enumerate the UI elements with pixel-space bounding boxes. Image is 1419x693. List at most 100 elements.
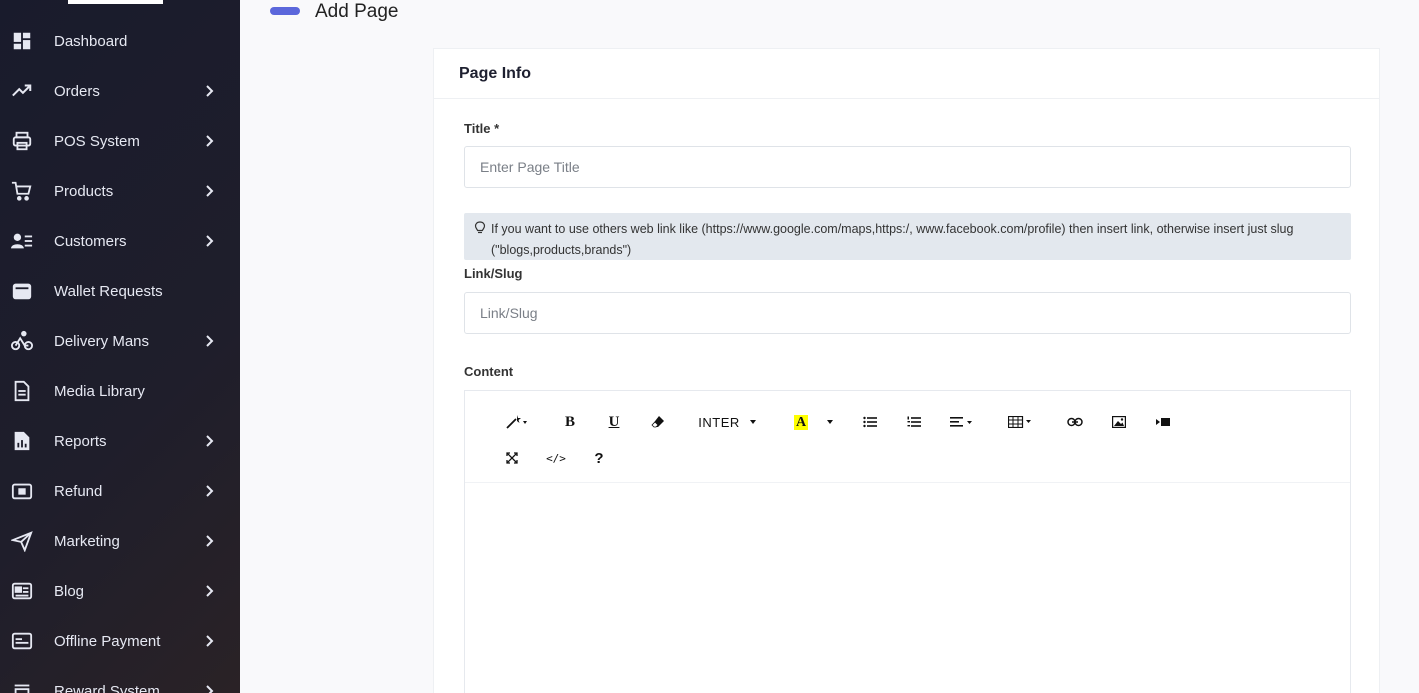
sidebar-item-pos-system[interactable]: POS System bbox=[0, 116, 240, 166]
code-view-button[interactable]: </> bbox=[545, 447, 567, 469]
reward-icon bbox=[11, 680, 33, 693]
chevron-right-icon bbox=[204, 685, 216, 693]
sidebar-item-label: Refund bbox=[54, 482, 103, 500]
slug-input[interactable] bbox=[464, 292, 1351, 334]
refund-icon bbox=[11, 480, 33, 502]
sidebar-item-customers[interactable]: Customers bbox=[0, 216, 240, 266]
sidebar: Dashboard Orders POS System Products Cus… bbox=[0, 0, 240, 693]
chevron-right-icon bbox=[204, 235, 216, 247]
sidebar-item-label: Delivery Mans bbox=[54, 332, 150, 350]
paragraph-align-dropdown[interactable] bbox=[949, 411, 975, 433]
sidebar-item-label: Customers bbox=[54, 232, 127, 250]
insert-link-button[interactable] bbox=[1065, 411, 1085, 433]
sidebar-item-label: Products bbox=[54, 182, 114, 200]
title-label: Title * bbox=[464, 121, 500, 136]
page-title: Add Page bbox=[315, 1, 399, 22]
caret-down-icon bbox=[827, 420, 833, 424]
sidebar-item-delivery-mans[interactable]: Delivery Mans bbox=[0, 316, 240, 366]
chevron-right-icon bbox=[204, 485, 216, 497]
sidebar-item-blog[interactable]: Blog bbox=[0, 566, 240, 616]
ordered-list-button[interactable] bbox=[905, 411, 923, 433]
card-title: Page Info bbox=[459, 65, 532, 82]
sidebar-item-label: POS System bbox=[54, 132, 140, 150]
header-accent-pill bbox=[270, 7, 300, 15]
slug-hint-text: If you want to use others web link like … bbox=[491, 222, 1294, 257]
card-header: Page Info bbox=[434, 49, 1379, 99]
font-family-dropdown[interactable]: INTER bbox=[697, 411, 761, 433]
sidebar-item-reports[interactable]: Reports bbox=[0, 416, 240, 466]
chevron-right-icon bbox=[204, 585, 216, 597]
magic-wand-icon bbox=[506, 415, 527, 429]
font-family-value: INTER bbox=[698, 414, 740, 430]
lightbulb-icon bbox=[474, 221, 486, 235]
sidebar-item-dashboard[interactable]: Dashboard bbox=[0, 16, 240, 66]
link-icon bbox=[1067, 417, 1083, 427]
trending-icon bbox=[11, 80, 33, 102]
newspaper-icon bbox=[11, 580, 33, 602]
slug-label: Link/Slug bbox=[464, 266, 523, 281]
table-dropdown[interactable] bbox=[1007, 411, 1035, 433]
insert-video-button[interactable] bbox=[1153, 411, 1173, 433]
chevron-right-icon bbox=[204, 135, 216, 147]
editor-toolbar: B U INTER A </> ? bbox=[465, 391, 1350, 483]
sidebar-item-marketing[interactable]: Marketing bbox=[0, 516, 240, 566]
logo bbox=[68, 0, 163, 4]
fullscreen-button[interactable] bbox=[503, 447, 521, 469]
insert-image-button[interactable] bbox=[1109, 411, 1129, 433]
bicycle-icon bbox=[11, 330, 33, 352]
style-magic-button[interactable] bbox=[503, 411, 531, 433]
caret-down-icon bbox=[749, 420, 756, 424]
page-info-card: Page Info Title * If you want to use oth… bbox=[433, 48, 1380, 693]
unordered-list-button[interactable] bbox=[861, 411, 879, 433]
sidebar-item-reward-system[interactable]: Reward System bbox=[0, 666, 240, 693]
slug-hint-box: If you want to use others web link like … bbox=[464, 213, 1351, 260]
chevron-right-icon bbox=[204, 185, 216, 197]
help-button[interactable]: ? bbox=[591, 447, 607, 469]
printer-icon bbox=[11, 130, 33, 152]
sidebar-item-label: Offline Payment bbox=[54, 632, 161, 650]
sidebar-item-label: Reports bbox=[54, 432, 107, 450]
clear-format-button[interactable] bbox=[649, 411, 667, 433]
chevron-right-icon bbox=[204, 535, 216, 547]
sidebar-item-offline-payment[interactable]: Offline Payment bbox=[0, 616, 240, 666]
sidebar-item-refund[interactable]: Refund bbox=[0, 466, 240, 516]
chevron-right-icon bbox=[204, 335, 216, 347]
image-icon bbox=[1112, 416, 1126, 428]
table-icon bbox=[1008, 416, 1031, 428]
bold-button[interactable]: B bbox=[561, 411, 579, 433]
report-icon bbox=[11, 430, 33, 452]
wallet-icon bbox=[11, 280, 33, 302]
send-icon bbox=[11, 530, 33, 552]
sidebar-item-label: Dashboard bbox=[54, 32, 128, 50]
chevron-right-icon bbox=[204, 435, 216, 447]
chevron-right-icon bbox=[204, 635, 216, 647]
sidebar-item-wallet-requests[interactable]: Wallet Requests bbox=[0, 266, 240, 316]
text-color-letter: A bbox=[793, 414, 809, 430]
text-color-dropdown[interactable] bbox=[823, 411, 837, 433]
title-input[interactable] bbox=[464, 146, 1351, 188]
list-bullet-icon bbox=[863, 416, 877, 428]
video-icon bbox=[1156, 418, 1170, 426]
sidebar-item-products[interactable]: Products bbox=[0, 166, 240, 216]
sidebar-item-media-library[interactable]: Media Library bbox=[0, 366, 240, 416]
sidebar-item-label: Media Library bbox=[54, 382, 145, 400]
payment-icon bbox=[11, 630, 33, 652]
sidebar-item-orders[interactable]: Orders bbox=[0, 66, 240, 116]
sidebar-item-label: Orders bbox=[54, 82, 100, 100]
content-label: Content bbox=[464, 364, 514, 379]
text-color-button[interactable]: A bbox=[791, 411, 811, 433]
customers-icon bbox=[11, 230, 33, 252]
sidebar-item-label: Marketing bbox=[54, 532, 120, 550]
eraser-icon bbox=[651, 416, 664, 428]
underline-button[interactable]: U bbox=[605, 411, 623, 433]
expand-icon bbox=[506, 452, 518, 464]
cart-icon bbox=[11, 180, 33, 202]
sidebar-item-label: Blog bbox=[54, 582, 85, 600]
sidebar-item-label: Reward System bbox=[54, 682, 160, 693]
file-icon bbox=[11, 380, 33, 402]
editor-content-area[interactable] bbox=[465, 483, 1350, 693]
dashboard-icon bbox=[11, 30, 33, 52]
content-editor: B U INTER A </> ? bbox=[464, 390, 1351, 693]
list-numbered-icon bbox=[907, 416, 921, 427]
align-left-icon bbox=[950, 417, 972, 427]
